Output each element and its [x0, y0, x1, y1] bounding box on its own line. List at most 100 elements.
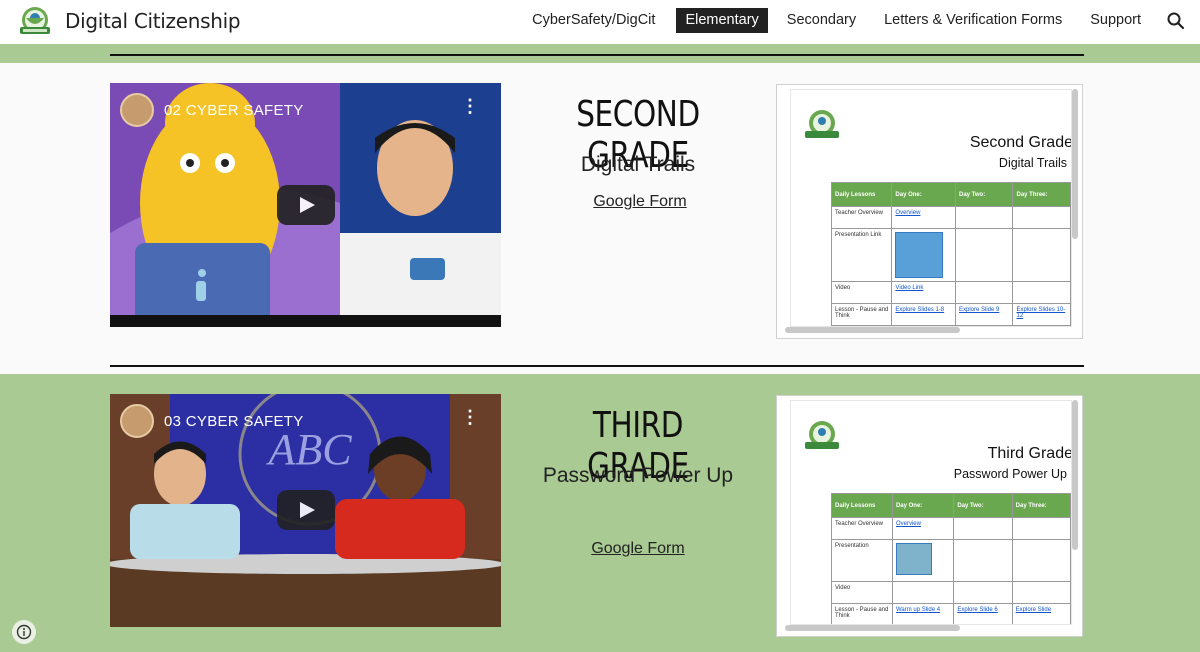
- nav-support[interactable]: Support: [1081, 8, 1150, 33]
- lesson-link[interactable]: Explore Slide 9: [959, 307, 999, 313]
- table-cell: [1012, 281, 1071, 304]
- third-grade-doc-embed[interactable]: Third Grade Password Power Up Daily Less…: [776, 395, 1083, 637]
- nav-cybersafety[interactable]: CyberSafety/DigCit: [523, 8, 664, 33]
- table-row: Lesson - Pause and Think Warm up Slide 4…: [831, 603, 1071, 624]
- table-header: Day Three:: [1011, 493, 1071, 518]
- table-cell: Lesson - Pause and Think: [830, 303, 893, 326]
- grade-subtitle: Password Power Up: [542, 464, 734, 487]
- table-header: Day Two:: [954, 182, 1014, 207]
- table-row: Presentation Link: [830, 228, 1071, 282]
- overview-link[interactable]: Overview: [896, 521, 921, 527]
- play-button-icon[interactable]: [277, 185, 335, 225]
- table-header: Day One:: [891, 182, 956, 207]
- site-logo-icon[interactable]: [17, 4, 53, 40]
- doc-heading: Third Grade: [987, 445, 1072, 462]
- table-cell: [891, 581, 955, 604]
- doc-heading: Second Grade: [969, 134, 1072, 151]
- table-header: Day One:: [891, 493, 955, 518]
- video-bottom-bar: [110, 315, 501, 327]
- info-icon: [16, 624, 32, 640]
- lesson-link[interactable]: Explore Slides 1-8: [895, 307, 944, 313]
- doc-vertical-scrollbar[interactable]: [1072, 400, 1078, 550]
- site-header: Digital Citizenship CyberSafety/DigCit E…: [0, 0, 1200, 44]
- table-cell: [891, 228, 956, 282]
- table-cell: Overview: [891, 206, 956, 229]
- table-cell: Overview: [891, 517, 955, 540]
- google-form-link[interactable]: Google Form: [518, 540, 758, 558]
- doc-horizontal-scrollbar[interactable]: [785, 327, 960, 333]
- divider: [110, 365, 1084, 367]
- table-cell: Presentation: [831, 539, 893, 582]
- table-cell: [954, 228, 1014, 282]
- table-row: Teacher Overview Overview: [831, 517, 1071, 540]
- table-cell: [1011, 581, 1071, 604]
- grade-subtitle: Digital Trails: [580, 153, 696, 176]
- video-title-row: 02 CYBER SAFETY: [120, 93, 304, 127]
- second-grade-video[interactable]: 02 CYBER SAFETY ⋮: [110, 83, 501, 327]
- table-row: Video Video Link: [830, 281, 1071, 304]
- doc-vertical-scrollbar[interactable]: [1072, 89, 1078, 239]
- table-cell: Lesson - Pause and Think: [831, 603, 893, 624]
- doc-subheading: Password Power Up: [953, 467, 1067, 481]
- table-cell: Presentation Link: [830, 228, 893, 282]
- overview-link[interactable]: Overview: [895, 210, 920, 216]
- table-row: Teacher Overview Overview: [830, 206, 1071, 229]
- doc-logo-icon: [805, 110, 839, 138]
- table-cell: Video: [831, 581, 893, 604]
- table-cell: [953, 539, 1013, 582]
- more-options-icon[interactable]: ⋮: [461, 97, 479, 115]
- lesson-table: Daily Lessons Day One: Day Two: Day Thre…: [830, 182, 1071, 326]
- table-cell: Explore Slides 1-8: [891, 303, 956, 326]
- video-link[interactable]: Video Link: [895, 285, 923, 291]
- doc-subheading: Digital Trails: [998, 156, 1067, 170]
- more-options-icon[interactable]: ⋮: [461, 408, 479, 426]
- table-cell: [1012, 206, 1071, 229]
- video-title[interactable]: 03 CYBER SAFETY: [164, 413, 304, 430]
- table-header: Day Two:: [953, 493, 1013, 518]
- search-icon[interactable]: [1166, 11, 1186, 31]
- main-nav: CyberSafety/DigCit Elementary Secondary …: [521, 8, 1186, 33]
- table-cell: Teacher Overview: [830, 206, 893, 229]
- third-grade-video[interactable]: ABC 03 CYBER SAFETY ⋮: [110, 394, 501, 627]
- lesson-link[interactable]: Explore Slide: [1016, 607, 1051, 613]
- table-cell: Teacher Overview: [831, 517, 893, 540]
- video-title-row: 03 CYBER SAFETY: [120, 404, 304, 438]
- nav-letters-forms[interactable]: Letters & Verification Forms: [875, 8, 1071, 33]
- table-cell: [954, 206, 1014, 229]
- lesson-link[interactable]: Explore Slides 10-12: [1016, 307, 1065, 319]
- table-row: Lesson - Pause and Think Explore Slides …: [830, 303, 1071, 326]
- nav-secondary[interactable]: Secondary: [778, 8, 865, 33]
- table-cell: Explore Slides 10-12: [1012, 303, 1071, 326]
- nav-elementary[interactable]: Elementary: [676, 8, 768, 33]
- table-header: Daily Lessons: [830, 182, 893, 207]
- table-cell: [891, 539, 955, 582]
- top-band: [0, 44, 1200, 63]
- lesson-link[interactable]: Explore Slide 6: [957, 607, 997, 613]
- lesson-link[interactable]: Warm up Slide 4: [896, 607, 940, 613]
- table-header: Day Three:: [1012, 182, 1071, 207]
- site-info-button[interactable]: [12, 620, 36, 644]
- google-form-link[interactable]: Google Form: [520, 193, 760, 211]
- table-header: Daily Lessons: [831, 493, 893, 518]
- presentation-thumbnail[interactable]: [895, 232, 944, 278]
- channel-avatar[interactable]: [120, 93, 154, 127]
- table-cell: Explore Slide: [1011, 603, 1071, 624]
- doc-page: Third Grade Password Power Up Daily Less…: [790, 400, 1072, 625]
- table-cell: [1011, 517, 1071, 540]
- table-cell: Video Link: [891, 281, 956, 304]
- doc-horizontal-scrollbar[interactable]: [785, 625, 960, 631]
- table-cell: Video: [830, 281, 893, 304]
- divider: [110, 54, 1084, 56]
- second-grade-doc-embed[interactable]: Second Grade Digital Trails Daily Lesson…: [776, 84, 1083, 339]
- table-cell: [953, 581, 1013, 604]
- table-row: Video: [831, 581, 1071, 604]
- table-cell: Explore Slide 6: [953, 603, 1013, 624]
- channel-avatar[interactable]: [120, 404, 154, 438]
- site-title[interactable]: Digital Citizenship: [65, 9, 241, 33]
- table-cell: Warm up Slide 4: [891, 603, 955, 624]
- play-button-icon[interactable]: [277, 490, 335, 530]
- table-cell: Explore Slide 9: [954, 303, 1014, 326]
- lesson-table: Daily Lessons Day One: Day Two: Day Thre…: [831, 493, 1071, 624]
- presentation-thumbnail[interactable]: [895, 543, 932, 575]
- video-title[interactable]: 02 CYBER SAFETY: [164, 102, 304, 119]
